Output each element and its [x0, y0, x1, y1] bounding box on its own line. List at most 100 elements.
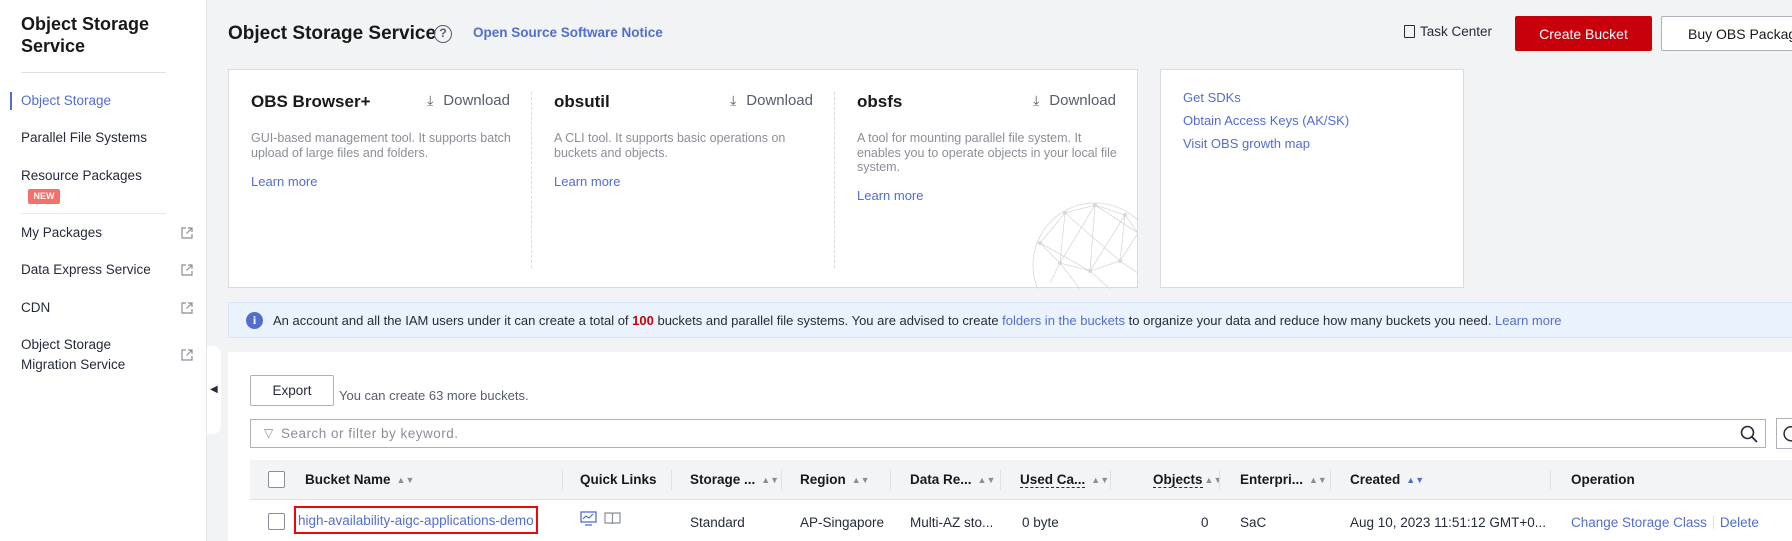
column-enterprise-project[interactable]: Enterpri... ▲▼ — [1240, 472, 1327, 487]
search-input[interactable] — [281, 423, 1721, 444]
info-learn-more-link[interactable]: Learn more — [1495, 313, 1561, 328]
get-sdks-link[interactable]: Get SDKs — [1183, 90, 1241, 105]
tool-name: obsfs — [857, 92, 903, 111]
download-button[interactable]: ⤓ Download — [730, 92, 813, 109]
column-label: Bucket Name — [305, 472, 391, 487]
column-region[interactable]: Region ▲▼ — [800, 472, 870, 487]
download-button[interactable]: ⤓ Download — [1033, 92, 1116, 109]
info-prefix: An account and all the IAM users under i… — [273, 313, 633, 328]
tools-card: OBS Browser+ ⤓ Download GUI-based managem… — [228, 69, 1138, 289]
bucket-list-panel: Export You can create 63 more buckets. ▽… — [228, 352, 1792, 541]
enterprise-project-cell: SaC — [1240, 515, 1267, 530]
created-cell: Aug 10, 2023 11:51:12 GMT+0... — [1350, 515, 1547, 530]
column-label: Created — [1350, 472, 1401, 487]
chevron-left-icon: ◀ — [210, 384, 218, 395]
column-label: Used Ca... — [1020, 472, 1086, 488]
globe-illustration-icon — [1032, 202, 1138, 289]
book-icon[interactable] — [604, 511, 621, 526]
info-suffix: to organize your data and reduce how man… — [1125, 313, 1496, 328]
search-icon[interactable] — [1739, 424, 1759, 444]
monitor-icon[interactable] — [580, 511, 597, 526]
refresh-button[interactable] — [1776, 418, 1792, 449]
download-label: Download — [746, 92, 813, 109]
used-capacity-cell: 0 byte — [1022, 515, 1059, 530]
sort-icon[interactable]: ▲▼ — [1091, 475, 1109, 485]
column-bucket-name[interactable]: Bucket Name ▲▼ — [305, 472, 414, 487]
sort-icon[interactable]: ▲▼ — [978, 475, 996, 485]
select-all-checkbox[interactable] — [268, 471, 285, 488]
column-data-redundancy[interactable]: Data Re... ▲▼ — [910, 472, 995, 487]
column-label: Region — [800, 472, 846, 487]
column-storage-class[interactable]: Storage ... ▲▼ — [690, 472, 779, 487]
column-used-capacity[interactable]: Used Ca... ▲▼ — [1020, 472, 1109, 488]
column-label: Enterpri... — [1240, 472, 1304, 487]
download-icon: ⤓ — [1033, 92, 1040, 108]
row-checkbox[interactable] — [268, 513, 285, 530]
sidebar-collapse-toggle[interactable]: ◀ — [207, 346, 221, 434]
sidebar-separator — [21, 213, 166, 214]
download-label: Download — [443, 92, 510, 109]
learn-more-link[interactable]: Learn more — [857, 188, 923, 203]
objects-cell: 0 — [1201, 515, 1209, 530]
column-objects[interactable]: Objects ▲▼ — [1153, 472, 1222, 488]
sort-icon[interactable]: ▲▼ — [852, 475, 870, 485]
learn-more-link[interactable]: Learn more — [251, 174, 317, 189]
sort-icon[interactable]: ▲▼ — [1309, 475, 1327, 485]
help-icon[interactable]: ? — [434, 25, 452, 43]
sidebar-item-object-storage-migration[interactable]: Object Storage Migration Service — [21, 335, 161, 375]
sort-icon[interactable]: ▲▼ — [1406, 475, 1424, 485]
sort-icon[interactable]: ▲▼ — [761, 475, 779, 485]
operation-cell: Change Storage Class Delete — [1571, 515, 1759, 530]
change-storage-class-link[interactable]: Change Storage Class — [1571, 515, 1707, 530]
active-indicator — [10, 92, 12, 110]
task-center-link[interactable]: Task Center — [1404, 24, 1492, 39]
column-label: Data Re... — [910, 472, 972, 487]
download-icon: ⤓ — [427, 92, 434, 108]
info-middle: buckets and parallel file systems. You a… — [653, 313, 1003, 328]
column-divider — [1330, 470, 1331, 490]
sort-icon[interactable]: ▲▼ — [397, 475, 415, 485]
operation-divider — [1712, 516, 1714, 529]
quick-links-card: Get SDKs Obtain Access Keys (AK/SK) Visi… — [1160, 69, 1464, 288]
external-link-icon — [181, 264, 193, 276]
clipboard-icon — [1404, 25, 1415, 38]
tool-obsutil: obsutil ⤓ Download A CLI tool. It support… — [532, 70, 835, 289]
info-text: An account and all the IAM users under i… — [273, 313, 1562, 328]
column-divider — [671, 470, 672, 490]
sidebar-item-data-express-service[interactable]: Data Express Service — [21, 260, 196, 280]
external-link-icon — [181, 349, 193, 361]
download-icon: ⤓ — [730, 92, 737, 108]
column-created[interactable]: Created ▲▼ — [1350, 472, 1424, 487]
column-divider — [781, 470, 782, 490]
region-cell: AP-Singapore — [800, 515, 885, 530]
create-bucket-button[interactable]: Create Bucket — [1515, 16, 1652, 51]
buy-obs-packages-button[interactable]: Buy OBS Packages — [1661, 16, 1792, 51]
download-button[interactable]: ⤓ Download — [427, 92, 510, 109]
bucket-limit-count: 100 — [632, 313, 654, 328]
learn-more-link[interactable]: Learn more — [554, 174, 620, 189]
column-divider — [1219, 470, 1220, 490]
column-divider — [1550, 470, 1551, 490]
export-button[interactable]: Export — [250, 375, 334, 406]
obs-growth-map-link[interactable]: Visit OBS growth map — [1183, 136, 1310, 151]
sidebar: Object Storage Service Object Storage Pa… — [0, 0, 207, 541]
external-link-icon — [181, 227, 193, 239]
sidebar-item-resource-packages[interactable]: Resource Packages — [21, 166, 196, 186]
search-box[interactable]: ▽ — [250, 419, 1766, 448]
delete-link[interactable]: Delete — [1720, 515, 1759, 530]
data-redundancy-cell: Multi-AZ sto... — [910, 515, 994, 530]
page-title: Object Storage Service — [228, 23, 437, 44]
table-header: Bucket Name ▲▼ Quick Links Storage ... ▲▼ … — [250, 460, 1792, 500]
sidebar-item-parallel-file-systems[interactable]: Parallel File Systems — [21, 128, 196, 148]
obtain-access-keys-link[interactable]: Obtain Access Keys (AK/SK) — [1183, 113, 1349, 128]
open-source-notice-link[interactable]: Open Source Software Notice — [473, 25, 663, 40]
sidebar-item-object-storage[interactable]: Object Storage — [21, 91, 196, 111]
storage-class-cell: Standard — [690, 515, 745, 530]
folders-in-buckets-link[interactable]: folders in the buckets — [1002, 313, 1125, 328]
info-icon: i — [246, 312, 263, 329]
tool-description: A tool for mounting parallel file system… — [857, 131, 1117, 174]
tool-obs-browser: OBS Browser+ ⤓ Download GUI-based managem… — [229, 70, 532, 289]
bucket-name-link[interactable]: high-availability-aigc-applications-demo — [294, 506, 538, 534]
sidebar-item-my-packages[interactable]: My Packages — [21, 223, 196, 243]
sidebar-item-cdn[interactable]: CDN — [21, 298, 196, 318]
